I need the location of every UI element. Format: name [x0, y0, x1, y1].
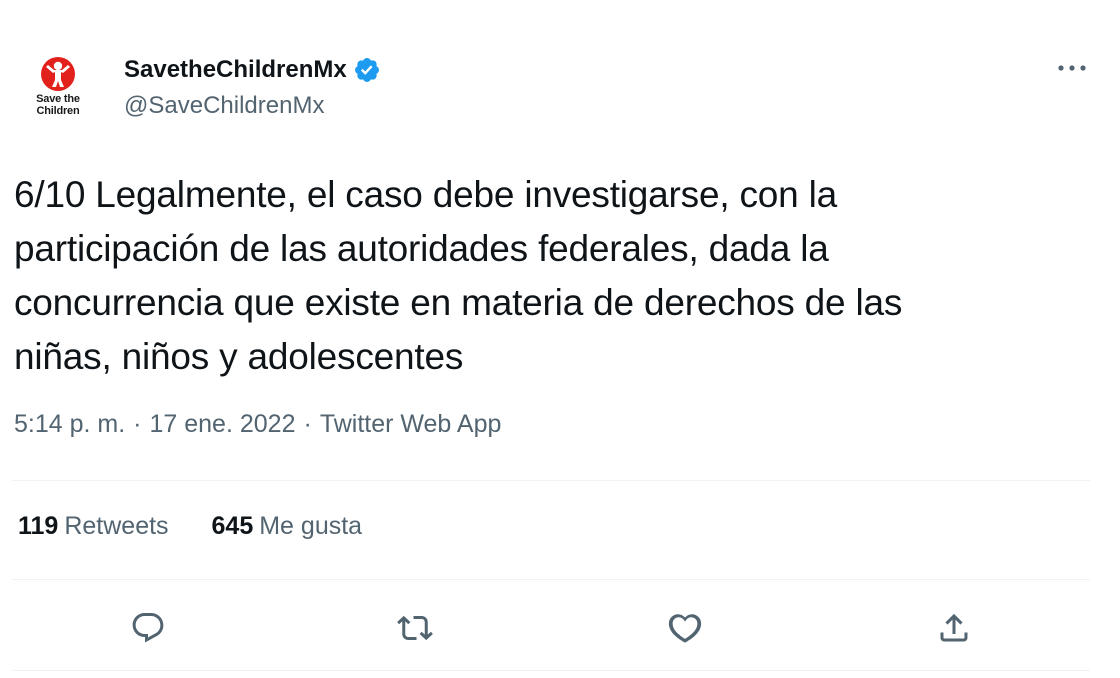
- likes-count: 645: [211, 512, 254, 540]
- reply-icon: [132, 613, 164, 643]
- tweet-date-link[interactable]: 17 ene. 2022: [150, 410, 296, 438]
- share-button[interactable]: [932, 606, 976, 650]
- tweet-date: 17 ene. 2022: [149, 410, 296, 438]
- tweet-text-line: concurrencia que existe en materia de de…: [14, 282, 903, 323]
- divider: [12, 480, 1090, 481]
- tweet-meta: 5:14 p. m. · 17 ene. 2022 · Twitter Web App: [14, 410, 501, 439]
- retweets-label: Retweets: [64, 512, 169, 540]
- tweet-text-line: 6/10 Legalmente, el caso debe investigar…: [14, 174, 838, 215]
- tweet-source: Twitter Web App: [319, 410, 502, 438]
- divider: [12, 670, 1090, 671]
- tweet-text-line: niñas, niños y adolescentes: [14, 336, 464, 377]
- tweet-actions-bar: [0, 600, 1120, 656]
- save-the-children-logo-icon: [41, 57, 75, 91]
- reply-button[interactable]: [126, 606, 170, 650]
- avatar-logo-line1: Save the: [36, 93, 80, 105]
- heart-icon: [668, 614, 702, 643]
- share-icon: [940, 613, 968, 642]
- divider: [12, 579, 1090, 580]
- retweets-count: 119: [18, 512, 59, 540]
- author-display-name[interactable]: SavetheChildrenMx: [124, 56, 347, 84]
- avatar-logo-line2: Children: [36, 105, 80, 117]
- tweet-time-link[interactable]: 5:14 p. m.: [14, 410, 125, 438]
- more-horizontal-icon: [1058, 65, 1086, 71]
- tweet-source-link[interactable]: Twitter Web App: [320, 410, 502, 438]
- tweet-text-line: participación de las autoridades federal…: [14, 228, 829, 269]
- verified-badge-icon: [353, 56, 381, 84]
- likes-stat-link[interactable]: 645 Me gusta: [212, 512, 363, 541]
- meta-separator: ·: [303, 410, 312, 438]
- author-handle[interactable]: @SaveChildrenMx: [124, 92, 324, 120]
- tweet-stats: 119 Retweets 645 Me gusta: [18, 512, 398, 541]
- avatar[interactable]: Save the Children: [18, 50, 98, 130]
- author-name-row: SavetheChildrenMx: [124, 54, 381, 86]
- retweet-button[interactable]: [393, 606, 437, 650]
- more-options-button[interactable]: [1054, 56, 1090, 80]
- tweet-time: 5:14 p. m.: [14, 410, 126, 438]
- like-button[interactable]: [663, 606, 707, 650]
- retweets-stat-link[interactable]: 119 Retweets: [18, 512, 169, 541]
- likes-label: Me gusta: [259, 512, 363, 540]
- meta-separator: ·: [133, 410, 142, 438]
- tweet-detail: Save the Children SavetheChildrenMx @Sav…: [0, 0, 1120, 678]
- retweet-icon: [397, 615, 433, 641]
- tweet-text: 6/10 Legalmente, el caso debe investigar…: [14, 168, 1094, 384]
